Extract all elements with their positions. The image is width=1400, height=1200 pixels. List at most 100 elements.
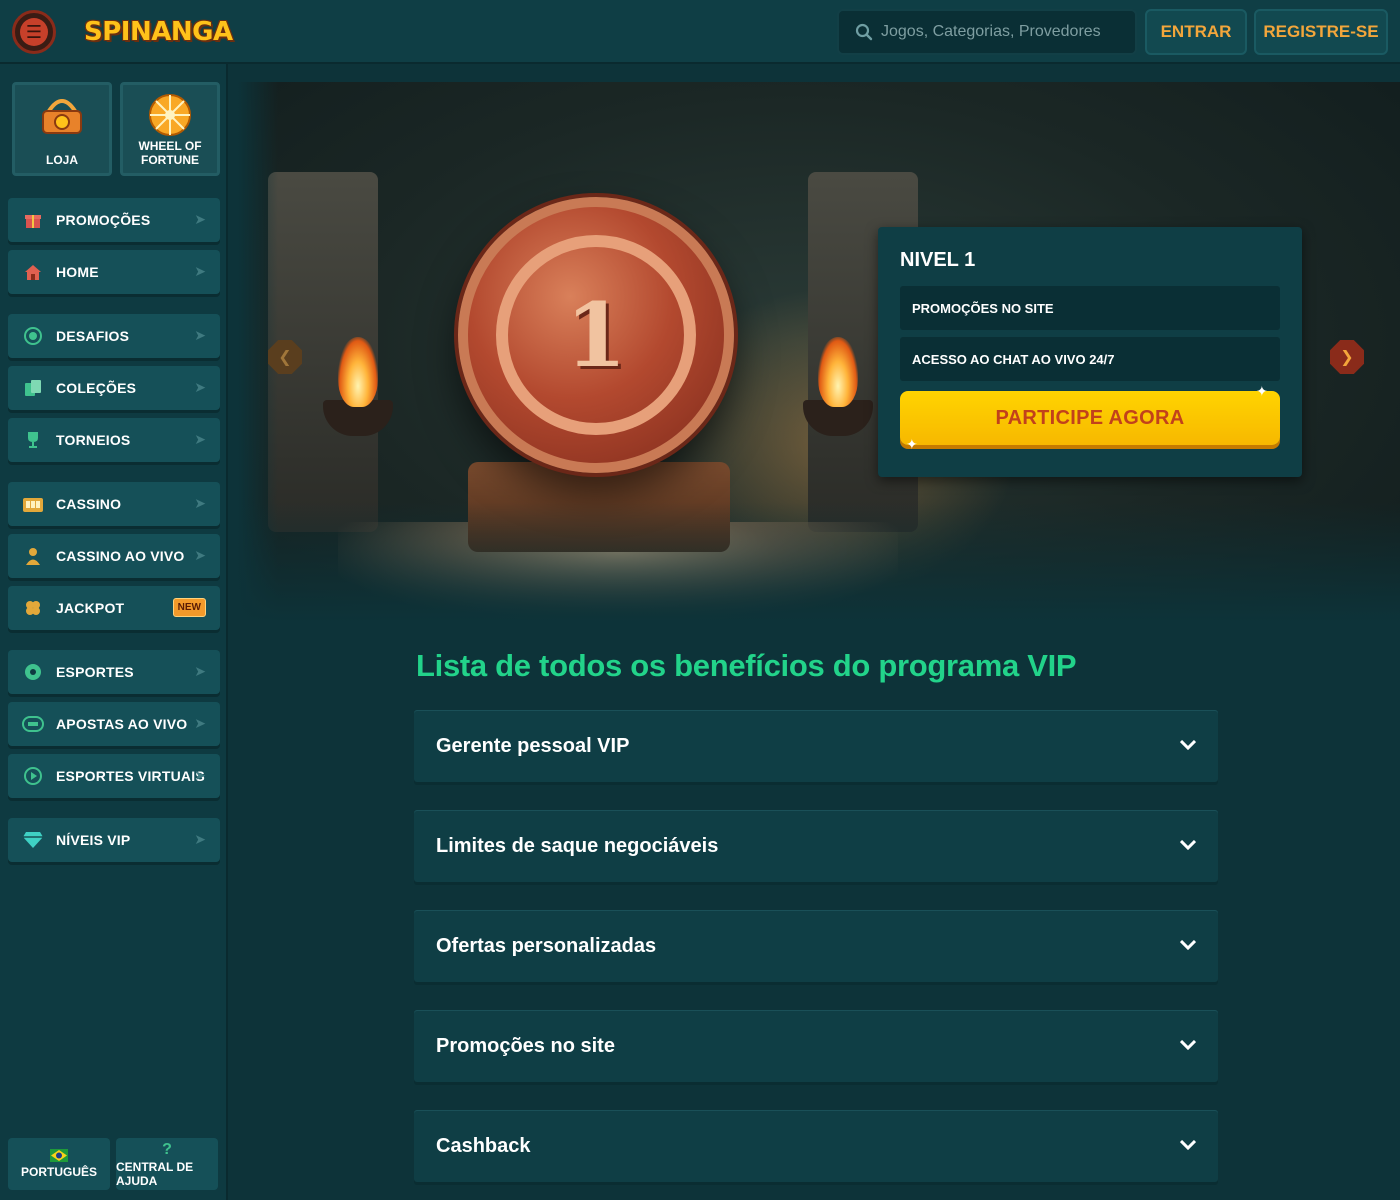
torch-flame-right [818, 337, 858, 407]
chevron-right-icon: ➤ [194, 767, 206, 783]
chevron-right-icon: ➤ [194, 495, 206, 511]
soccer-ball-icon [22, 661, 44, 683]
chevron-down-icon [1180, 1137, 1196, 1153]
level-medallion: 1 [458, 197, 734, 473]
menu-icon: ☰ [20, 18, 48, 46]
new-badge: NEW [172, 598, 206, 617]
site-logo[interactable]: SPINANGA [84, 10, 233, 54]
sparkle-icon: ✦ [906, 436, 919, 452]
top-header: ☰ SPINANGA ENTRAR REGISTRE-SE [0, 0, 1400, 64]
trophy-icon [22, 429, 44, 451]
help-icon: ? [162, 1140, 172, 1158]
slot-icon [22, 493, 44, 515]
sidebar-item-esportes[interactable]: ESPORTES ➤ [8, 650, 220, 694]
sidebar-item-apostas-ao-vivo[interactable]: APOSTAS AO VIVO ➤ [8, 702, 220, 746]
sparkle-icon: ✦ [1255, 383, 1268, 399]
benefit-label: Gerente pessoal VIP [436, 734, 630, 757]
chevron-right-icon: ➤ [194, 547, 206, 563]
chevron-right-icon: ➤ [194, 379, 206, 395]
chevron-right-icon: ➤ [194, 211, 206, 227]
perk-item: PROMOÇÕES NO SITE [900, 286, 1280, 330]
sidebar-item-torneios[interactable]: TORNEIOS ➤ [8, 418, 220, 462]
sidebar-item-label: HOME [56, 264, 99, 280]
sidebar-item-label: JACKPOT [56, 600, 125, 616]
chevron-right-icon: ➤ [194, 431, 206, 447]
play-icon [22, 765, 44, 787]
benefit-label: Cashback [436, 1134, 531, 1157]
gift-icon [22, 209, 44, 231]
benefits-title: Lista de todos os benefícios do programa… [416, 648, 1077, 683]
quick-wheel[interactable]: WHEEL OF FORTUNE [120, 82, 220, 176]
menu-toggle-button[interactable]: ☰ [12, 10, 56, 54]
prev-level-button[interactable]: ❮ [268, 340, 302, 374]
perk-item: ACESSO AO CHAT AO VIVO 24/7 [900, 337, 1280, 381]
home-icon [22, 261, 44, 283]
sidebar-item-esportes-virtuais[interactable]: ESPORTES VIRTUAIS ➤ [8, 754, 220, 798]
benefit-accordion[interactable]: Cashback [414, 1110, 1218, 1182]
benefit-accordion[interactable]: Promoções no site [414, 1010, 1218, 1082]
register-button[interactable]: REGISTRE-SE [1254, 9, 1388, 55]
join-now-button[interactable]: PARTICIPE AGORA ✦ ✦ [900, 383, 1280, 452]
chevron-right-icon: ➤ [194, 263, 206, 279]
chevron-right-icon: ❯ [1340, 349, 1354, 366]
search-input[interactable] [881, 23, 1121, 41]
live-icon [22, 713, 44, 735]
sidebar-item-promocoes[interactable]: PROMOÇÕES ➤ [8, 198, 220, 242]
chevron-down-icon [1180, 837, 1196, 853]
next-level-button[interactable]: ❯ [1330, 340, 1364, 374]
login-button[interactable]: ENTRAR [1145, 9, 1247, 55]
brazil-flag-icon [50, 1149, 68, 1162]
benefit-label: Promoções no site [436, 1034, 615, 1057]
sidebar-item-label: ESPORTES [56, 664, 134, 680]
language-button[interactable]: PORTUGUÊS [8, 1138, 110, 1190]
torch-flame-left [338, 337, 378, 407]
benefit-label: Limites de saque negociáveis [436, 834, 719, 857]
chevron-down-icon [1180, 737, 1196, 753]
join-now-label: PARTICIPE AGORA [995, 406, 1185, 429]
help-center-button[interactable]: ? CENTRAL DE AJUDA [116, 1138, 218, 1190]
level-title: NIVEL 1 [900, 249, 976, 271]
benefit-label: Ofertas personalizadas [436, 934, 657, 957]
sidebar-item-home[interactable]: HOME ➤ [8, 250, 220, 294]
sidebar-item-jackpot[interactable]: JACKPOT NEW [8, 586, 220, 630]
quick-shop-label: LOJA [45, 153, 78, 167]
benefit-accordion[interactable]: Limites de saque negociáveis [414, 810, 1218, 882]
chevron-right-icon: ➤ [194, 715, 206, 731]
target-icon [22, 325, 44, 347]
sidebar-item-cassino[interactable]: CASSINO ➤ [8, 482, 220, 526]
search-bar[interactable] [837, 9, 1137, 55]
sidebar-item-colecoes[interactable]: COLEÇÕES ➤ [8, 366, 220, 410]
sidebar-item-label: CASSINO AO VIVO [56, 548, 185, 564]
quick-wheel-label: WHEEL OF FORTUNE [138, 139, 202, 167]
sidebar-item-label: ESPORTES VIRTUAIS [56, 768, 205, 784]
chevron-right-icon: ➤ [194, 327, 206, 343]
sidebar-item-cassino-ao-vivo[interactable]: CASSINO AO VIVO ➤ [8, 534, 220, 578]
sidebar-item-label: NÍVEIS VIP [56, 832, 131, 848]
sidebar-item-label: APOSTAS AO VIVO [56, 716, 188, 732]
chevron-right-icon: ➤ [194, 831, 206, 847]
chevron-down-icon [1180, 937, 1196, 953]
chevron-down-icon [1180, 1037, 1196, 1053]
benefit-accordion[interactable]: Ofertas personalizadas [414, 910, 1218, 982]
cards-icon [22, 377, 44, 399]
sidebar-item-label: TORNEIOS [56, 432, 131, 448]
wheel-icon [149, 94, 191, 136]
clover-icon [22, 597, 44, 619]
sidebar-item-label: CASSINO [56, 496, 122, 512]
sidebar-item-label: PROMOÇÕES [56, 212, 151, 228]
sidebar-item-desafios[interactable]: DESAFIOS ➤ [8, 314, 220, 358]
benefit-accordion[interactable]: Gerente pessoal VIP [414, 710, 1218, 782]
basket-icon [42, 99, 82, 134]
sidebar-item-niveis-vip[interactable]: NÍVEIS VIP ➤ [8, 818, 220, 862]
level-card: NIVEL 1 PROMOÇÕES NO SITE ACESSO AO CHAT… [878, 227, 1302, 477]
sidebar: LOJA WHEEL OF FORTUNE PROMOÇÕES ➤ HOME ➤… [0, 64, 228, 1200]
chevron-right-icon: ➤ [194, 663, 206, 679]
sidebar-item-label: COLEÇÕES [56, 380, 137, 396]
dealer-icon [22, 545, 44, 567]
sidebar-item-label: DESAFIOS [56, 328, 130, 344]
quick-shop[interactable]: LOJA [12, 82, 112, 176]
chevron-left-icon: ❮ [278, 349, 292, 366]
language-label: PORTUGUÊS [20, 1165, 97, 1179]
help-label: CENTRAL DE AJUDA [116, 1159, 194, 1188]
medallion-number: 1 [565, 283, 627, 387]
